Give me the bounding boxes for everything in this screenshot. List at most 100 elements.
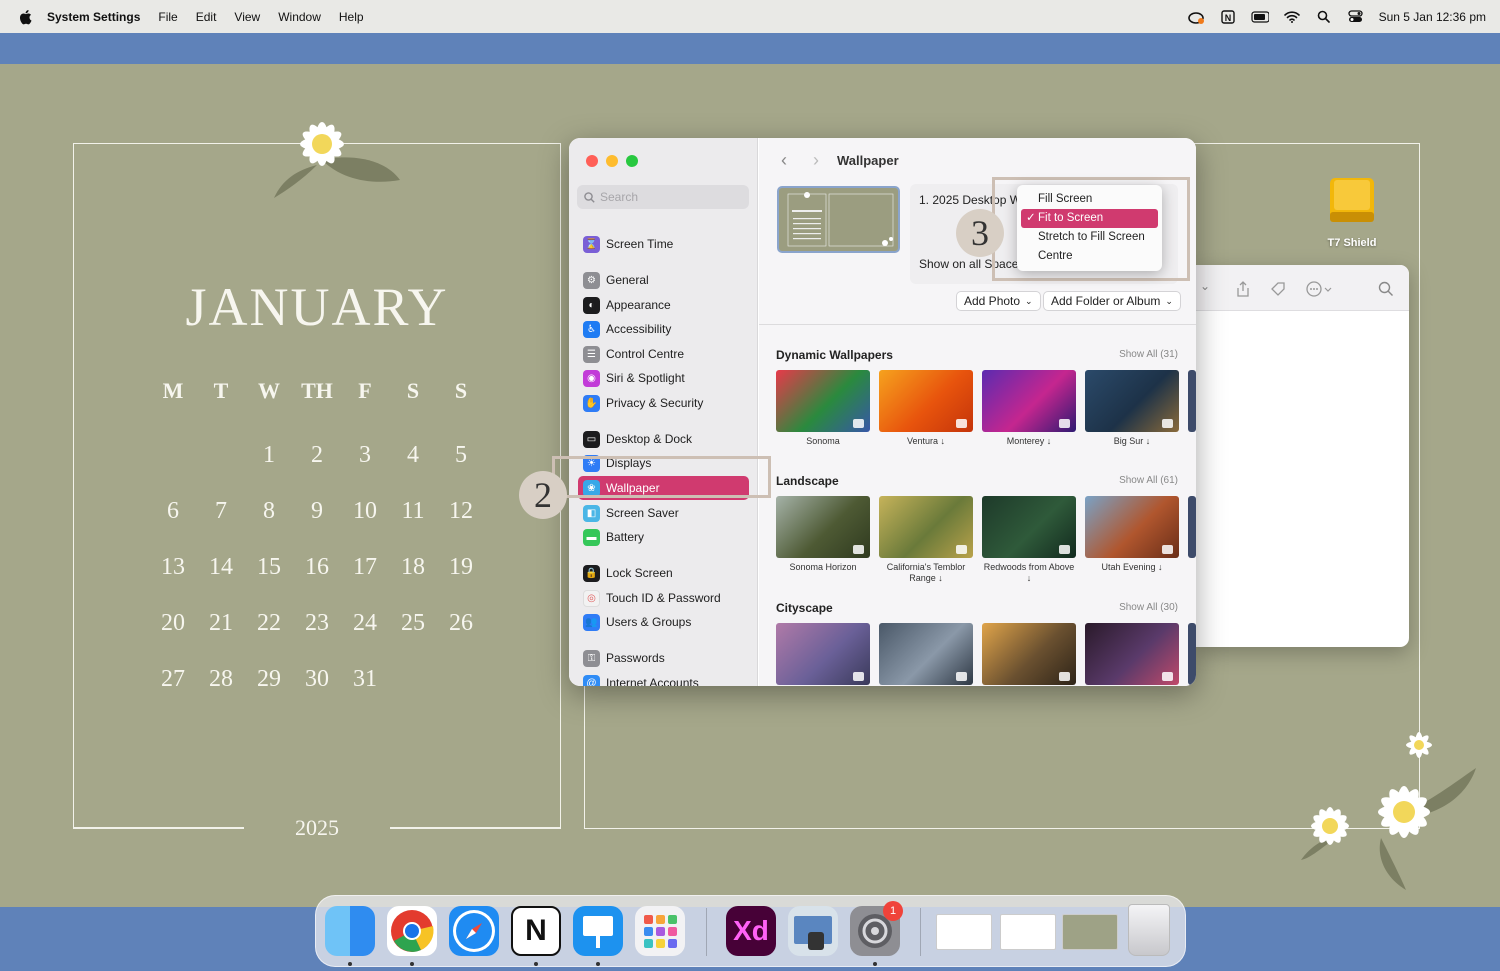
calendar-day: 9 [311,498,323,524]
tag-icon[interactable] [1270,281,1286,296]
finder-app-icon[interactable] [325,906,375,956]
calendar-day: 30 [305,666,329,692]
fit-mode-menu[interactable]: Fill Screen ✓ Fit to Screen Stretch to Fi… [1017,185,1162,271]
add-folder-button[interactable]: Add Folder or Album ⌄ [1043,291,1181,311]
search-input[interactable] [600,190,740,204]
sidebar-item-touch-id-password[interactable]: ◎ Touch ID & Password [578,586,749,610]
dock-separator [920,908,921,956]
safari-app-icon[interactable] [449,906,499,956]
wallpaper-thumbnail[interactable] [776,370,870,432]
calendar-day: 28 [209,666,233,692]
preview-app-icon[interactable] [788,906,838,956]
apple-menu-icon[interactable] [17,9,33,25]
sidebar-item-general[interactable]: ⚙ General [578,268,749,292]
battery-icon[interactable] [1250,10,1269,24]
chrome-app-icon[interactable] [387,906,437,956]
sidebar-item-users-groups[interactable]: 👥 Users & Groups [578,610,749,634]
calendar-day [197,427,245,483]
calendar-day: 31 [353,666,377,692]
calendar-day: 1 [263,442,275,468]
control-centre-icon[interactable] [1347,10,1365,24]
wallpaper-label: Big Sur ↓ [1113,436,1151,446]
show-all-button[interactable]: Show All (61) [1119,475,1178,486]
menu-file[interactable]: File [158,10,177,24]
share-icon[interactable] [1236,281,1252,297]
sidebar-item-battery[interactable]: ▬ Battery [578,525,749,549]
menu-window[interactable]: Window [278,10,321,24]
wallpaper-thumbnail[interactable] [879,623,973,685]
fit-option-fit-to-screen[interactable]: ✓ Fit to Screen [1021,209,1158,228]
wallpaper-thumbnail[interactable] [879,496,973,558]
sidebar-item-label: Siri & Spotlight [606,371,685,385]
forward-button[interactable]: › [805,149,827,171]
zoom-button[interactable] [626,155,638,167]
wallpaper-thumbnail[interactable] [1085,496,1179,558]
sidebar-item-control-centre[interactable]: ☰ Control Centre [578,342,749,366]
appearance-icon: ◐ [583,296,600,314]
drive-label[interactable]: T7 Shield [1316,237,1388,249]
trash-icon[interactable] [1128,904,1170,956]
sidebar-search[interactable] [577,185,749,209]
pane-title: Wallpaper [837,152,899,168]
minimized-window-thumbnail[interactable] [1000,914,1056,950]
close-button[interactable] [586,155,598,167]
sidebar-item-internet-accounts[interactable]: @ Internet Accounts [578,671,749,686]
sidebar-item-privacy-security[interactable]: ✋ Privacy & Security [578,391,749,415]
calendar-month: JANUARY [185,277,449,337]
wallpaper-thumbnail[interactable] [1085,623,1179,685]
wallpaper-thumbnail-partial[interactable] [1188,623,1196,685]
spotlight-search-icon[interactable] [1315,10,1333,24]
sidebar-item-screen-saver[interactable]: ◧ Screen Saver [578,501,749,525]
wallpaper-thumbnail[interactable] [776,496,870,558]
sidebar-item-accessibility[interactable]: ♿ Accessibility [578,317,749,341]
sidebar-item-desktop-dock[interactable]: ▭ Desktop & Dock [578,427,749,451]
add-photo-button[interactable]: Add Photo ⌄ [956,291,1041,311]
app-icon-glyph: N [511,906,561,956]
more-actions-icon[interactable] [1306,281,1332,297]
wallpaper-thumbnail[interactable] [982,496,1076,558]
minimized-window-thumbnail[interactable] [1062,914,1118,950]
menu-edit[interactable]: Edit [196,10,217,24]
finder-search-icon[interactable] [1378,281,1394,296]
wallpaper-thumbnail[interactable] [982,370,1076,432]
menu-clock[interactable]: Sun 5 Jan 12:36 pm [1379,10,1486,24]
notion-app-icon[interactable]: N [511,906,561,956]
sidebar-item-screen-time[interactable]: ⌛ Screen Time [578,232,749,256]
sidebar-item-appearance[interactable]: ◐ Appearance [578,293,749,317]
fit-option-stretch[interactable]: Stretch to Fill Screen [1021,228,1158,247]
wallpaper-thumbnail-partial[interactable] [1188,496,1196,558]
creative-cloud-icon[interactable] [1187,10,1205,24]
wallpaper-thumbnail[interactable] [1085,370,1179,432]
chevron-down-icon: ⌄ [1165,295,1173,306]
back-button[interactable]: ‹ [773,149,795,171]
fit-option-fill-screen[interactable]: Fill Screen [1021,190,1158,209]
users-icon: 👥 [583,613,600,631]
launchpad-app-icon[interactable] [635,906,685,956]
minimize-button[interactable] [606,155,618,167]
show-all-button[interactable]: Show All (30) [1119,602,1178,613]
sidebar-item-siri-spotlight[interactable]: ◉ Siri & Spotlight [578,366,749,390]
external-drive-icon[interactable] [1326,176,1378,226]
menu-help[interactable]: Help [339,10,364,24]
finder-view-menu-icon[interactable]: ⌄ [1200,279,1210,293]
fit-option-centre[interactable]: Centre [1021,247,1158,266]
wifi-icon[interactable] [1283,10,1301,24]
search-icon [584,191,595,203]
menu-app-name[interactable]: System Settings [47,10,140,24]
video-badge-icon [1162,672,1173,681]
battery-icon: ▬ [583,528,600,546]
show-all-button[interactable]: Show All (31) [1119,349,1178,360]
notification-badge: 1 [883,901,903,921]
adobe-xd-app-icon[interactable]: Xd [726,906,776,956]
wallpaper-thumbnail[interactable] [776,623,870,685]
wallpaper-thumbnail[interactable] [879,370,973,432]
notion-menu-icon[interactable]: N [1219,9,1237,24]
sidebar-item-lock-screen[interactable]: 🔒 Lock Screen [578,561,749,585]
minimized-window-thumbnail[interactable] [936,914,992,950]
current-wallpaper-preview[interactable] [777,186,900,253]
wallpaper-thumbnail-partial[interactable] [1188,370,1196,432]
menu-view[interactable]: View [234,10,260,24]
wallpaper-thumbnail[interactable] [982,623,1076,685]
keynote-app-icon[interactable] [573,906,623,956]
sidebar-item-passwords[interactable]: ⚿ Passwords [578,646,749,670]
